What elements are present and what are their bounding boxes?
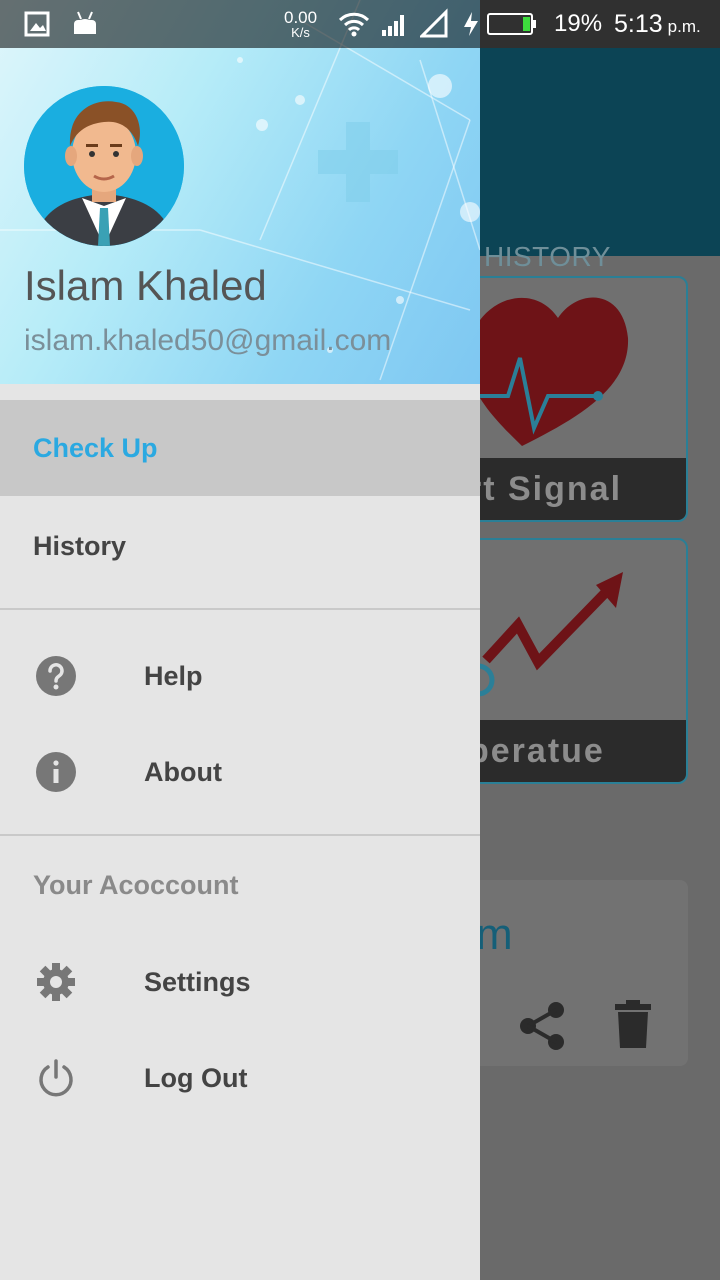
user-name: Islam Khaled	[24, 262, 267, 309]
clock: 5:13 p.m.	[614, 0, 701, 48]
divider	[0, 834, 480, 836]
menu-item-log-out-label: Log Out	[144, 1062, 248, 1093]
divider	[0, 608, 480, 610]
heart-icon	[467, 297, 629, 446]
menu-item-history[interactable]: History	[0, 496, 480, 596]
signal-bars-icon	[382, 15, 404, 36]
navigation-drawer: Islam Khaled islam.khaled50@gmail.com Ch…	[0, 0, 480, 1280]
trend-arrow-icon	[461, 572, 623, 697]
menu-item-check-up-label: Check Up	[33, 432, 158, 463]
menu-item-log-out[interactable]: Log Out	[0, 1030, 480, 1126]
share-icon[interactable]	[518, 1000, 568, 1052]
android-notification-icon	[74, 11, 96, 34]
menu-item-help[interactable]: Help	[0, 628, 480, 724]
network-speed-unit: K/s	[291, 25, 310, 40]
tab-history[interactable]: HISTORY	[484, 241, 611, 273]
menu-item-about-label: About	[144, 756, 222, 787]
wifi-icon	[338, 12, 370, 37]
heart-card-caption: rt Signal	[458, 458, 686, 520]
clock-ampm: p.m.	[667, 16, 701, 36]
network-speed-value: 0.00	[284, 8, 318, 27]
drawer-header: Islam Khaled islam.khaled50@gmail.com	[0, 0, 480, 384]
message-text: m	[476, 910, 513, 959]
menu-item-settings[interactable]: Settings	[0, 934, 480, 1030]
temperature-card-caption: peratue	[458, 720, 686, 782]
menu-item-about[interactable]: About	[0, 724, 480, 820]
battery-icon	[487, 13, 536, 35]
cell-signal-icon	[420, 8, 448, 38]
gear-icon	[36, 962, 76, 1002]
menu-item-check-up[interactable]: Check Up	[0, 400, 480, 496]
gallery-notification-icon	[24, 11, 50, 37]
user-email: islam.khaled50@gmail.com	[24, 324, 392, 357]
user-avatar-illustration	[24, 86, 184, 246]
trash-icon[interactable]	[614, 1000, 652, 1048]
menu-item-history-label: History	[33, 530, 127, 561]
menu-item-settings-label: Settings	[144, 966, 251, 997]
temperature-card[interactable]: peratue	[456, 538, 688, 784]
message-card: m	[456, 880, 688, 1066]
charging-bolt-icon	[464, 12, 478, 36]
section-header-account: Your Acoccount	[33, 870, 239, 900]
menu-item-help-label: Help	[144, 660, 203, 691]
power-icon	[36, 1058, 76, 1098]
status-bar: 0.00 K/s 19% 5:13 p.m.	[0, 0, 720, 48]
battery-percent: 19%	[554, 10, 603, 37]
clock-time: 5:13	[614, 9, 663, 38]
help-icon	[36, 656, 76, 696]
heart-signal-card[interactable]: rt Signal	[456, 276, 688, 522]
info-icon	[36, 752, 76, 792]
network-speed: 0.00 K/s	[284, 0, 317, 48]
avatar[interactable]	[24, 86, 184, 246]
